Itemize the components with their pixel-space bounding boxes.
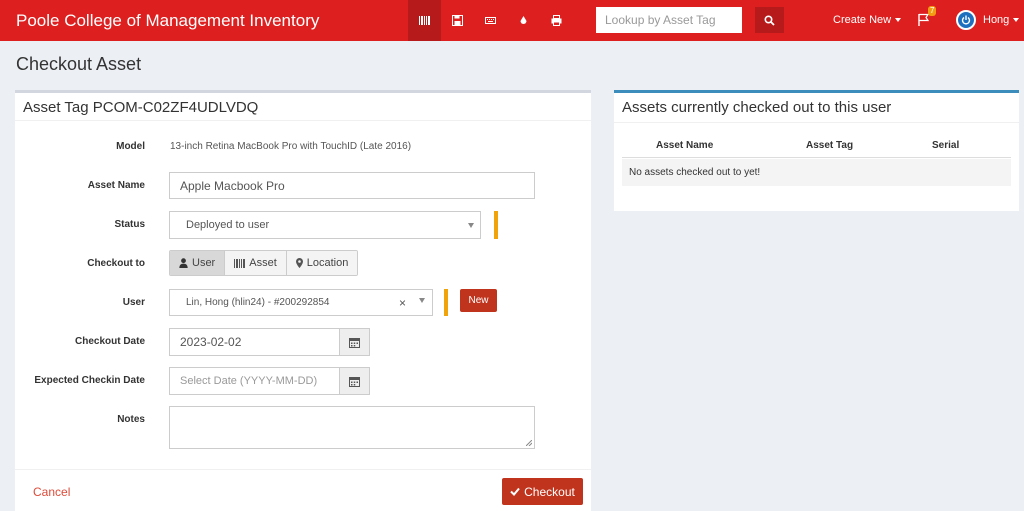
asset-tag-search-input[interactable] (596, 7, 742, 33)
checkout-to-location-button[interactable]: Location (286, 251, 358, 275)
username-label: Hong (983, 14, 1010, 26)
checkout-to-label: Checkout to (87, 258, 145, 269)
column-header-asset-name[interactable]: Asset Name (656, 140, 713, 151)
checkout-to-user-button[interactable]: User (170, 251, 226, 275)
user-value: Lin, Hong (hlin24) - #200292854 (186, 297, 330, 308)
chevron-down-icon (1013, 18, 1020, 23)
asset-tag-title: Asset Tag PCOM-C02ZF4UDLVDQ (23, 99, 259, 116)
tint-icon[interactable] (507, 0, 540, 41)
calendar-icon (349, 376, 360, 387)
chevron-down-icon (419, 298, 425, 303)
panel-divider (614, 122, 1019, 123)
map-marker-icon (295, 258, 303, 268)
user-select[interactable]: Lin, Hong (hlin24) - #200292854 × (169, 289, 433, 316)
user-menu[interactable]: Hong (983, 14, 1020, 26)
model-value: 13-inch Retina MacBook Pro with TouchID … (170, 141, 412, 152)
checkout-to-asset-label: Asset (249, 257, 277, 269)
checkout-button[interactable]: Checkout (502, 478, 583, 505)
assets-panel-title: Assets currently checked out to this use… (622, 99, 892, 116)
chevron-down-icon (468, 223, 474, 228)
column-header-serial[interactable]: Serial (932, 140, 959, 151)
clear-selection-icon[interactable]: × (399, 296, 406, 310)
checkout-button-label: Checkout (524, 484, 575, 499)
panel-divider (15, 120, 591, 121)
expected-checkin-input[interactable]: Select Date (YYYY-MM-DD) (169, 367, 340, 395)
power-icon (961, 15, 971, 25)
checkout-to-location-label: Location (306, 257, 349, 269)
checkout-date-picker-button[interactable] (339, 328, 370, 356)
save-icon[interactable] (441, 0, 474, 41)
top-navbar: Poole College of Management Inventory Cr… (0, 0, 1024, 41)
check-icon (510, 487, 520, 496)
user-icon (179, 258, 188, 268)
status-value: Deployed to user (186, 219, 270, 231)
checkout-form-panel: Asset Tag PCOM-C02ZF4UDLVDQ Model 13-inc… (15, 90, 591, 511)
checkout-to-user-label: User (192, 257, 216, 269)
avatar[interactable] (956, 10, 976, 30)
notes-textarea[interactable] (169, 406, 535, 449)
notes-label: Notes (117, 414, 145, 425)
user-label: User (122, 297, 145, 308)
required-indicator (444, 289, 448, 316)
checkout-to-asset-button[interactable]: Asset (225, 251, 287, 275)
required-indicator (494, 211, 498, 239)
alerts-count-badge: 7 (928, 6, 937, 16)
search-icon (764, 14, 775, 26)
table-header-divider (622, 157, 1011, 158)
create-new-menu[interactable]: Create New (833, 14, 902, 26)
assets-checked-out-panel: Assets currently checked out to this use… (614, 90, 1019, 211)
resize-handle-icon[interactable] (526, 440, 532, 446)
asset-name-field[interactable]: Apple Macbook Pro (169, 172, 535, 199)
create-new-label: Create New (833, 14, 892, 26)
checkout-date-input[interactable]: 2023-02-02 (169, 328, 340, 356)
new-user-button[interactable]: New (460, 289, 497, 312)
cancel-link[interactable]: Cancel (33, 485, 70, 499)
search-button[interactable] (755, 7, 784, 33)
chevron-down-icon (895, 18, 902, 23)
footer-divider (15, 469, 591, 470)
print-icon[interactable] (540, 0, 573, 41)
expected-checkin-label: Expected Checkin Date (34, 375, 145, 386)
status-label: Status (114, 219, 145, 230)
calendar-icon (349, 337, 360, 348)
checkout-to-toggle: User Asset Location (169, 250, 359, 276)
keyboard-icon[interactable] (474, 0, 507, 41)
barcode-icon[interactable] (408, 0, 441, 41)
page-title: Checkout Asset (16, 54, 142, 74)
status-select[interactable]: Deployed to user (169, 211, 481, 239)
checkout-date-label: Checkout Date (74, 336, 145, 347)
asset-name-label: Asset Name (87, 180, 145, 191)
empty-table-row: No assets checked out to yet! (622, 159, 1011, 186)
column-header-asset-tag[interactable]: Asset Tag (806, 140, 853, 151)
expected-checkin-picker-button[interactable] (339, 367, 370, 395)
barcode-icon (234, 258, 246, 268)
brand-title[interactable]: Poole College of Management Inventory (16, 11, 319, 31)
model-label: Model (116, 141, 145, 152)
